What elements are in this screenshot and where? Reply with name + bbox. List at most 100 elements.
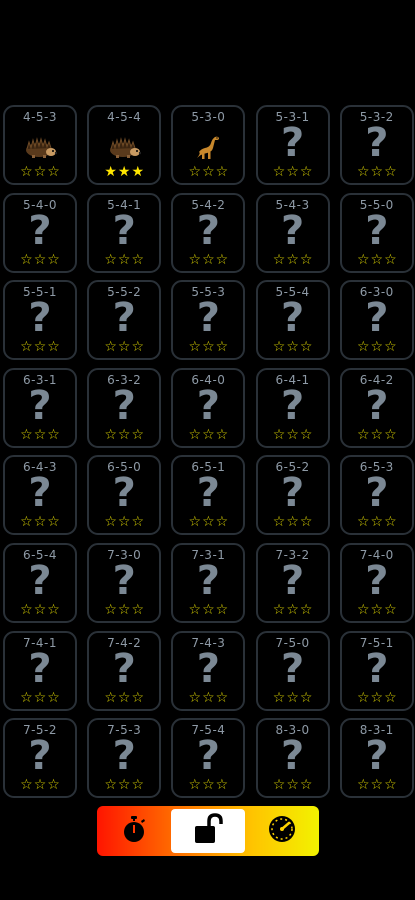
speedometer-mode-button[interactable] [245,806,319,856]
empty-star-icon: ☆ [299,426,313,443]
level-tile[interactable]: 7-3-1? ☆ ☆ ☆ [171,543,246,623]
stopwatch-mode-button[interactable] [97,806,171,856]
locked-question-mark-icon: ? [112,207,136,254]
empty-star-icon: ☆ [33,514,47,531]
empty-star-icon: ☆ [370,602,384,618]
level-tile[interactable]: 5-3-1? ☆ ☆ ☆ [255,105,330,185]
star-rating: ☆ ☆ ☆ [173,340,243,354]
locked-question-mark-icon: ? [196,382,220,429]
level-tile[interactable]: 8-3-1? ☆ ☆ ☆ [339,718,414,799]
level-tile[interactable]: 5-4-2? ☆ ☆ ☆ [171,192,246,273]
empty-star-icon: ☆ [188,777,202,794]
empty-star-icon: ☆ [370,426,384,443]
star-rating: ☆ ☆ ☆ [5,515,75,529]
level-tile[interactable]: 5-5-3? ☆ ☆ ☆ [171,280,246,361]
empty-star-icon: ☆ [384,426,397,443]
locked-question-mark-icon: ? [280,645,305,692]
empty-star-icon: ☆ [384,251,397,268]
level-tile[interactable]: 7-5-1? ☆ ☆ ☆ [339,630,414,711]
empty-star-icon: ☆ [384,164,397,180]
star-rating: ☆ ☆ ☆ [258,165,328,179]
level-tile[interactable]: 5-4-3? ☆ ☆ ☆ [255,192,330,273]
empty-star-icon: ☆ [286,251,299,268]
level-tile[interactable]: 4-5-4 ★ ★ ★ [87,105,162,185]
level-tile[interactable]: 5-3-2? ☆ ☆ ☆ [339,105,414,185]
locked-question-mark-icon: ? [112,558,136,604]
level-tile[interactable]: 5-5-1? ☆ ☆ ☆ [3,280,77,361]
empty-star-icon: ☆ [117,251,131,268]
star-rating: ☆ ☆ ☆ [258,691,328,705]
locked-question-mark-icon: ? [365,470,389,517]
level-tile[interactable]: 6-4-2? ☆ ☆ ☆ [339,367,414,448]
star-rating: ☆ ☆ ☆ [342,515,412,529]
empty-star-icon: ☆ [356,689,370,706]
empty-star-icon: ☆ [20,426,33,443]
level-tile[interactable]: 7-4-1? ☆ ☆ ☆ [3,630,77,711]
star-rating: ☆ ☆ ☆ [5,340,75,354]
star-rating: ☆ ☆ ☆ [5,253,75,267]
mode-selector-bar [97,806,319,856]
level-tile[interactable]: 5-5-4? ☆ ☆ ☆ [255,280,330,361]
level-tile[interactable]: 8-3-0? ☆ ☆ ☆ [255,718,330,799]
level-tile[interactable]: 7-4-0? ☆ ☆ ☆ [339,543,414,623]
level-tile[interactable]: 7-5-2? ☆ ☆ ☆ [3,718,77,799]
level-tile[interactable]: 6-5-3? ☆ ☆ ☆ [339,455,414,536]
star-rating: ☆ ☆ ☆ [173,603,243,617]
unlocked-padlock-mode-button[interactable] [171,809,245,853]
empty-star-icon: ☆ [272,164,286,180]
level-tile[interactable]: 6-5-2? ☆ ☆ ☆ [255,455,330,536]
star-rating: ☆ ☆ ☆ [342,428,412,442]
level-tile[interactable]: 5-5-0? ☆ ☆ ☆ [339,192,414,273]
level-tile[interactable]: 7-5-4? ☆ ☆ ☆ [171,718,246,799]
level-tile[interactable]: 7-5-0? ☆ ☆ ☆ [255,630,330,711]
level-tile[interactable]: 5-4-1? ☆ ☆ ☆ [87,192,162,273]
star-rating: ☆ ☆ ☆ [89,428,159,442]
empty-star-icon: ☆ [286,164,299,180]
locked-question-mark-icon: ? [365,207,389,254]
level-tile[interactable]: 7-5-3? ☆ ☆ ☆ [87,718,162,799]
locked-question-mark-icon: ? [196,733,220,780]
level-tile[interactable]: 6-3-2? ☆ ☆ ☆ [87,367,162,448]
level-tile[interactable]: 6-4-1? ☆ ☆ ☆ [255,367,330,448]
level-tile[interactable]: 6-3-0? ☆ ☆ ☆ [339,280,414,361]
empty-star-icon: ☆ [117,602,131,618]
level-tile[interactable]: 5-5-2? ☆ ☆ ☆ [87,280,162,361]
empty-star-icon: ☆ [286,777,299,794]
level-tile[interactable]: 4-5-3 ☆ ☆ ☆ [3,105,77,185]
star-rating: ☆ ☆ ☆ [89,515,159,529]
star-rating: ☆ ☆ ☆ [89,340,159,354]
speedometer-icon [267,814,297,848]
level-tile[interactable]: 6-5-1? ☆ ☆ ☆ [171,455,246,536]
level-tile[interactable]: 5-3-0 ☆ ☆ ☆ [171,105,246,185]
empty-star-icon: ☆ [117,514,131,531]
empty-star-icon: ☆ [20,689,33,706]
empty-star-icon: ☆ [356,251,370,268]
empty-star-icon: ☆ [104,602,117,618]
star-rating: ☆ ☆ ☆ [5,691,75,705]
level-number-label: 5-3-0 [191,110,226,124]
level-tile[interactable]: 7-4-2? ☆ ☆ ☆ [87,630,162,711]
empty-star-icon: ☆ [47,602,60,618]
locked-question-mark-icon: ? [112,470,136,517]
empty-star-icon: ☆ [202,602,215,618]
locked-question-mark-icon: ? [365,558,389,604]
star-rating: ☆ ☆ ☆ [5,603,75,617]
level-tile[interactable]: 6-5-0? ☆ ☆ ☆ [87,455,162,536]
empty-star-icon: ☆ [104,339,117,356]
level-tile[interactable]: 7-3-2? ☆ ☆ ☆ [255,543,330,623]
star-rating: ☆ ☆ ☆ [173,691,243,705]
level-tile[interactable]: 6-3-1? ☆ ☆ ☆ [3,367,77,448]
empty-star-icon: ☆ [117,339,131,356]
empty-star-icon: ☆ [356,602,370,618]
level-tile[interactable]: 7-3-0? ☆ ☆ ☆ [87,543,162,623]
level-tile[interactable]: 6-5-4? ☆ ☆ ☆ [3,543,77,623]
empty-star-icon: ☆ [202,426,215,443]
level-tile[interactable]: 5-4-0? ☆ ☆ ☆ [3,192,77,273]
empty-star-icon: ☆ [47,426,60,443]
level-tile[interactable]: 6-4-0? ☆ ☆ ☆ [171,367,246,448]
level-tile[interactable]: 6-4-3? ☆ ☆ ☆ [3,455,77,536]
empty-star-icon: ☆ [356,777,370,794]
empty-star-icon: ☆ [188,602,202,618]
level-tile[interactable]: 7-4-3? ☆ ☆ ☆ [171,630,246,711]
empty-star-icon: ☆ [47,689,60,706]
